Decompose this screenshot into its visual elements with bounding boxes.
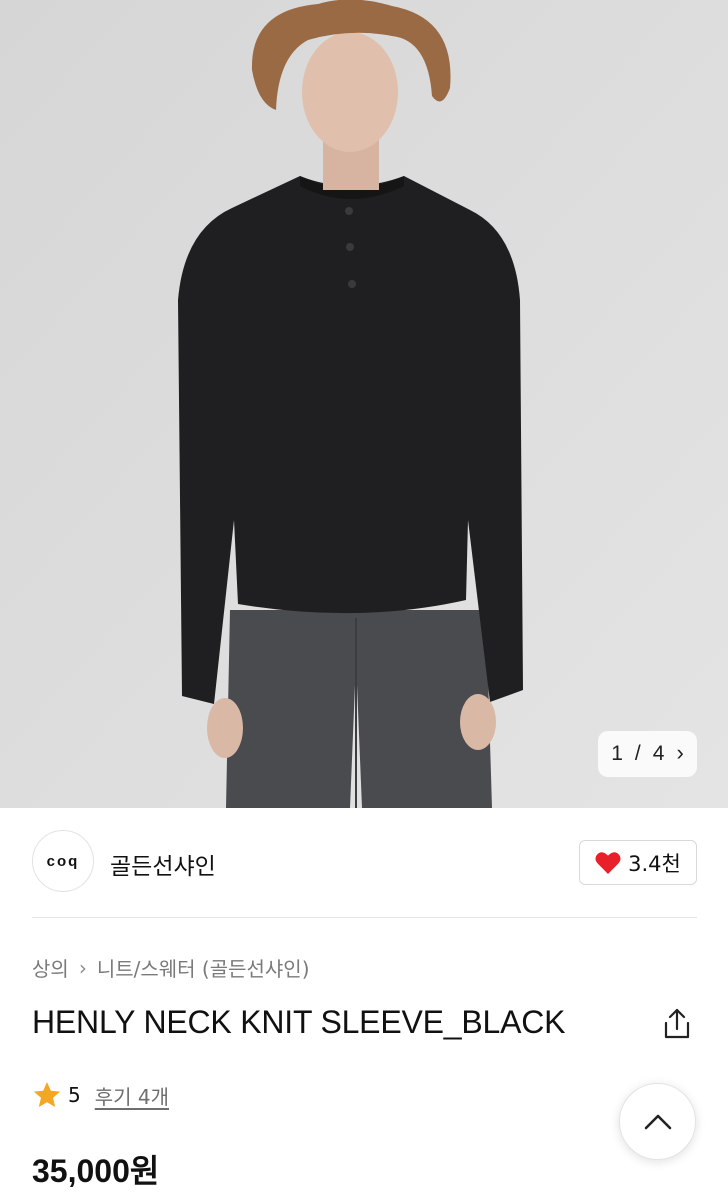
breadcrumb-subcategory[interactable]: 니트/스웨터 (골든선샤인) xyxy=(97,953,310,982)
rating-score: 5 xyxy=(68,1083,81,1107)
product-title: HENLY NECK KNIT SLEEVE_BLACK xyxy=(32,1004,566,1040)
like-button[interactable]: 3.4천 xyxy=(579,840,697,885)
chevron-up-icon xyxy=(644,1114,671,1129)
product-price: 35,000원 xyxy=(32,1153,160,1189)
divider xyxy=(32,917,697,918)
breadcrumb: 상의 › 니트/스웨터 (골든선샤인) xyxy=(32,953,310,982)
pager-current: 1 xyxy=(611,742,623,765)
like-count: 3.4천 xyxy=(628,851,681,876)
chevron-right-icon[interactable]: › xyxy=(676,742,683,764)
heart-icon xyxy=(595,851,621,874)
pager-total: 4 xyxy=(652,742,665,765)
breadcrumb-category[interactable]: 상의 xyxy=(32,953,69,982)
product-photo-illustration xyxy=(0,0,728,808)
rating-row: 5 후기 4개 xyxy=(32,1080,169,1110)
star-icon xyxy=(33,1082,61,1107)
shop-name[interactable]: 골든선샤인 xyxy=(110,847,216,881)
image-pager[interactable]: 1 / 4 › xyxy=(598,731,697,777)
scroll-top-button[interactable] xyxy=(619,1083,696,1160)
chevron-right-icon: › xyxy=(78,955,87,980)
shop-row: coq 골든선샤인 3.4천 xyxy=(32,830,697,894)
shop-logo-text: coq xyxy=(46,852,80,870)
review-link[interactable]: 후기 4개 xyxy=(95,1081,169,1110)
share-icon[interactable] xyxy=(660,1006,694,1042)
product-image[interactable]: 1 / 4 › xyxy=(0,0,728,808)
pager-separator: / xyxy=(634,742,641,765)
shop-logo[interactable]: coq xyxy=(32,830,94,892)
